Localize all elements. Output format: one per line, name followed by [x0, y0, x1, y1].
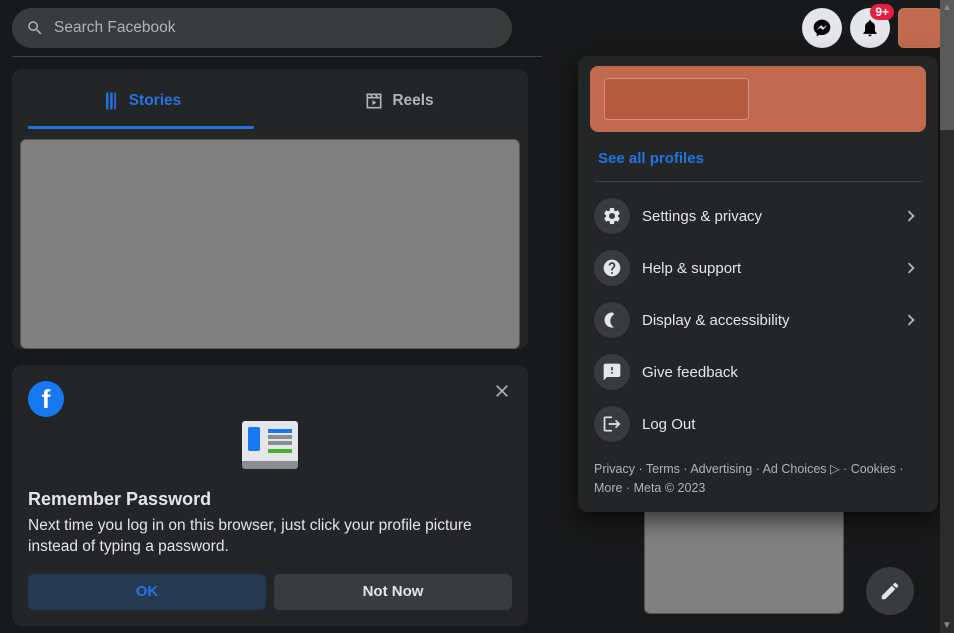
account-avatar-button[interactable]	[898, 8, 942, 48]
scrollbar-thumb[interactable]	[940, 0, 954, 130]
footer-link[interactable]: Cookies	[851, 462, 896, 476]
menu-help-support[interactable]: Help & support	[586, 242, 930, 294]
story-placeholder[interactable]	[20, 139, 520, 349]
scroll-down-arrow[interactable]: ▼	[940, 620, 954, 631]
footer-link[interactable]: Ad Choices ▷	[763, 462, 840, 476]
dropdown-divider	[594, 181, 922, 182]
footer-link[interactable]: Advertising	[690, 462, 752, 476]
menu-settings-privacy[interactable]: Settings & privacy	[586, 190, 930, 242]
notifications-button[interactable]: 9+	[850, 8, 890, 48]
not-now-button[interactable]: Not Now	[274, 574, 512, 610]
tab-stories-label: Stories	[129, 92, 182, 110]
stories-icon	[101, 91, 121, 111]
chevron-right-icon	[900, 309, 922, 331]
menu-display-accessibility[interactable]: Display & accessibility	[586, 294, 930, 346]
menu-label: Display & accessibility	[642, 312, 900, 329]
bell-icon	[860, 18, 880, 38]
ok-button[interactable]: OK	[28, 574, 266, 610]
footer-copyright: Meta © 2023	[634, 481, 706, 495]
content-placeholder	[644, 504, 844, 614]
messenger-button[interactable]	[802, 8, 842, 48]
remember-body: Next time you log in on this browser, ju…	[28, 516, 512, 558]
footer-link[interactable]: Terms	[646, 462, 680, 476]
footer-link[interactable]: Privacy	[594, 462, 635, 476]
tab-reels[interactable]: Reels	[270, 73, 528, 129]
login-illustration	[242, 421, 298, 469]
search-icon	[26, 19, 44, 37]
compose-icon	[879, 580, 901, 602]
help-icon	[602, 258, 622, 278]
tab-stories[interactable]: Stories	[12, 73, 270, 129]
menu-give-feedback[interactable]: Give feedback	[586, 346, 930, 398]
menu-log-out[interactable]: Log Out	[586, 398, 930, 450]
top-divider	[12, 56, 542, 57]
profile-card[interactable]	[590, 66, 926, 132]
chevron-right-icon	[900, 205, 922, 227]
footer-links: Privacy · Terms · Advertising · Ad Choic…	[586, 450, 930, 504]
menu-label: Log Out	[642, 416, 922, 433]
compose-button[interactable]	[866, 567, 914, 615]
logout-icon	[602, 414, 622, 434]
scroll-up-arrow[interactable]: ▲	[940, 2, 954, 13]
scrollbar[interactable]	[940, 0, 954, 633]
search-input[interactable]	[54, 19, 498, 37]
close-button[interactable]	[488, 377, 516, 405]
remember-password-card: f Remember Password Next time you log in…	[12, 365, 528, 626]
gear-icon	[602, 206, 622, 226]
menu-label: Settings & privacy	[642, 208, 900, 225]
footer-link[interactable]: More	[594, 481, 622, 495]
menu-label: Give feedback	[642, 364, 922, 381]
profile-name-placeholder	[604, 78, 749, 120]
stories-reels-card: Stories Reels	[12, 69, 528, 349]
menu-label: Help & support	[642, 260, 900, 277]
see-all-profiles-link[interactable]: See all profiles	[586, 140, 930, 181]
tab-reels-label: Reels	[392, 92, 433, 110]
notification-badge: 9+	[870, 4, 894, 20]
search-field[interactable]	[12, 8, 512, 48]
feedback-icon	[602, 362, 622, 382]
moon-icon	[602, 310, 622, 330]
close-icon	[492, 381, 512, 401]
facebook-icon: f	[28, 381, 64, 417]
top-bar: 9+	[0, 0, 954, 56]
chevron-right-icon	[900, 257, 922, 279]
reels-icon	[364, 91, 384, 111]
remember-title: Remember Password	[28, 489, 512, 510]
account-dropdown: See all profiles Settings & privacy Help…	[578, 56, 938, 512]
messenger-icon	[812, 18, 832, 38]
